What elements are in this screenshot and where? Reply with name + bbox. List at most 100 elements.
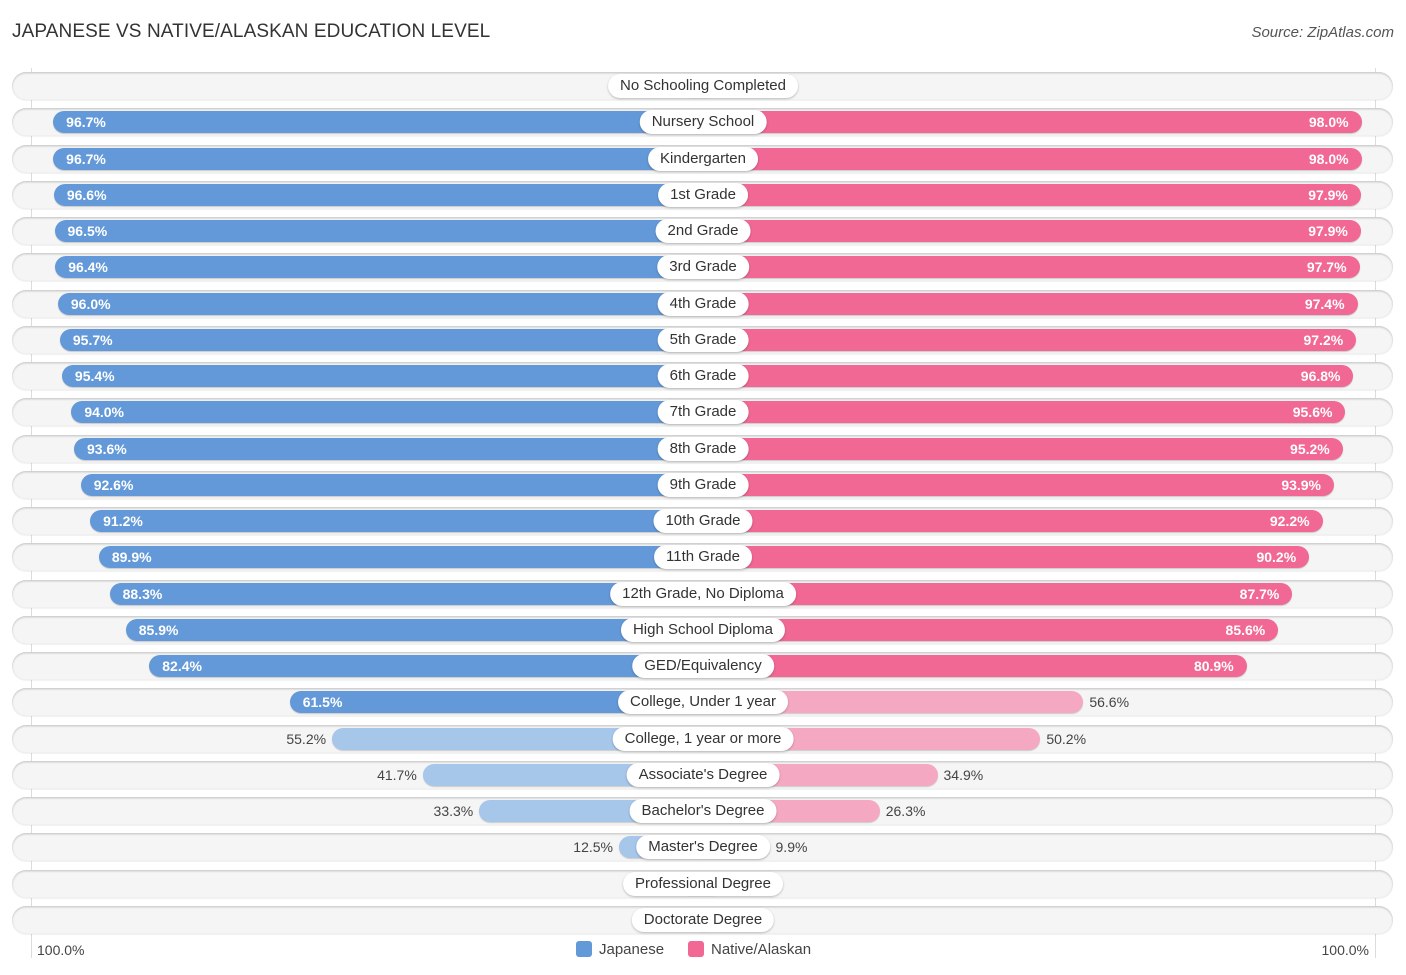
category-label-ged-equivalency: GED/Equivalency: [632, 654, 774, 678]
category-label-6th-grade: 6th Grade: [657, 364, 749, 388]
value-label-japanese-10th-grade: 91.2%: [103, 513, 143, 529]
bar-japanese-high-school-diploma[interactable]: [125, 618, 703, 641]
bar-japanese-kindergarten[interactable]: [53, 147, 703, 170]
bar-native-alaskan-2nd-grade[interactable]: [703, 220, 1361, 242]
category-label-doctorate-degree: Doctorate Degree: [631, 907, 775, 932]
value-label-native-alaskan-4th-grade: 97.4%: [1304, 295, 1345, 312]
value-label-japanese-kindergarten: 96.7%: [66, 150, 106, 167]
legend-item-native-alaskan[interactable]: Native/Alaskan: [688, 940, 811, 960]
value-label-japanese-6th-grade: 95.4%: [74, 368, 115, 384]
category-label-associate-s-degree: Associate's Degree: [626, 762, 780, 787]
source-credit: Source: ZipAtlas.com: [1251, 24, 1394, 41]
value-label-native-alaskan-master-s-degree: 9.9%: [775, 839, 808, 856]
legend-swatch-native-alaskan: [688, 941, 704, 957]
value-label-native-alaskan-college-under-1-year: 56.6%: [1089, 694, 1130, 711]
legend-label-japanese: Japanese: [599, 941, 665, 958]
value-label-native-alaskan-ged-equivalency: 80.9%: [1193, 658, 1234, 674]
bar-native-alaskan-11th-grade[interactable]: [703, 546, 1310, 569]
value-label-japanese-master-s-degree: 12.5%: [573, 839, 613, 856]
value-label-japanese-college-1-year-or-more: 55.2%: [286, 730, 327, 747]
bar-japanese-11th-grade[interactable]: [98, 546, 703, 569]
category-label-12th-grade-no-diploma: 12th Grade, No Diploma: [610, 581, 796, 606]
value-label-japanese-7th-grade: 94.0%: [84, 404, 125, 421]
category-label-high-school-diploma: High School Diploma: [620, 617, 786, 642]
bar-native-alaskan-6th-grade[interactable]: [703, 365, 1354, 387]
value-label-japanese-4th-grade: 96.0%: [70, 295, 111, 312]
category-label-professional-degree: Professional Degree: [623, 871, 783, 896]
bar-native-alaskan-9th-grade[interactable]: [703, 473, 1334, 496]
bar-japanese-9th-grade[interactable]: [80, 473, 703, 496]
bar-native-alaskan-kindergarten[interactable]: [703, 147, 1362, 170]
value-label-japanese-11th-grade: 89.9%: [111, 549, 152, 566]
value-label-japanese-2nd-grade: 96.5%: [67, 223, 108, 239]
value-label-native-alaskan-9th-grade: 93.9%: [1281, 476, 1322, 493]
legend-swatch-japanese: [576, 941, 592, 957]
bar-japanese-5th-grade[interactable]: [59, 328, 703, 351]
bar-native-alaskan-5th-grade[interactable]: [703, 328, 1357, 351]
category-label-1st-grade: 1st Grade: [658, 182, 748, 207]
category-label-11th-grade: 11th Grade: [654, 545, 752, 570]
value-label-native-alaskan-12th-grade-no-diploma: 87.7%: [1239, 585, 1280, 602]
category-label-9th-grade: 9th Grade: [657, 472, 749, 497]
value-label-native-alaskan-bachelor-s-degree: 26.3%: [885, 803, 926, 819]
category-label-4th-grade: 4th Grade: [657, 291, 749, 316]
category-label-5th-grade: 5th Grade: [657, 327, 749, 352]
value-label-japanese-9th-grade: 92.6%: [93, 476, 134, 493]
category-label-10th-grade: 10th Grade: [653, 509, 753, 533]
value-label-japanese-1st-grade: 96.6%: [66, 186, 107, 203]
value-label-native-alaskan-7th-grade: 95.6%: [1292, 404, 1333, 421]
bar-native-alaskan-1st-grade[interactable]: [703, 183, 1361, 206]
legend: Japanese Native/Alaskan: [0, 940, 1406, 960]
value-label-native-alaskan-college-1-year-or-more: 50.2%: [1046, 730, 1087, 747]
value-label-native-alaskan-1st-grade: 97.9%: [1308, 186, 1348, 203]
category-label-master-s-degree: Master's Degree: [636, 835, 770, 860]
value-label-native-alaskan-10th-grade: 92.2%: [1269, 513, 1310, 529]
value-label-japanese-5th-grade: 95.7%: [72, 331, 113, 348]
bar-native-alaskan-nursery-school[interactable]: [703, 111, 1362, 134]
bar-japanese-3rd-grade[interactable]: [55, 256, 703, 279]
value-label-japanese-ged-equivalency: 82.4%: [162, 658, 202, 674]
category-label-2nd-grade: 2nd Grade: [655, 219, 751, 243]
legend-label-native-alaskan: Native/Alaskan: [711, 941, 812, 958]
value-label-native-alaskan-11th-grade: 90.2%: [1256, 549, 1297, 566]
bar-native-alaskan-ged-equivalency[interactable]: [703, 655, 1247, 677]
bar-native-alaskan-8th-grade[interactable]: [703, 437, 1343, 460]
chart-title: JAPANESE VS NATIVE/ALASKAN EDUCATION LEV…: [12, 21, 491, 42]
legend-item-japanese[interactable]: Japanese: [576, 940, 664, 960]
value-label-native-alaskan-3rd-grade: 97.7%: [1306, 259, 1347, 276]
value-label-japanese-bachelor-s-degree: 33.3%: [433, 803, 474, 819]
value-label-native-alaskan-6th-grade: 96.8%: [1300, 368, 1341, 384]
bar-native-alaskan-3rd-grade[interactable]: [703, 256, 1360, 279]
category-label-college-under-1-year: College, Under 1 year: [618, 690, 788, 715]
bar-native-alaskan-high-school-diploma[interactable]: [703, 618, 1279, 641]
value-label-native-alaskan-nursery-school: 98.0%: [1308, 114, 1349, 131]
bar-japanese-6th-grade[interactable]: [61, 365, 703, 387]
value-label-native-alaskan-high-school-diploma: 85.6%: [1225, 621, 1266, 638]
bar-japanese-7th-grade[interactable]: [71, 401, 703, 424]
bar-japanese-ged-equivalency[interactable]: [149, 655, 703, 677]
bar-japanese-nursery-school[interactable]: [53, 111, 703, 134]
value-label-japanese-8th-grade: 93.6%: [87, 440, 127, 457]
category-label-bachelor-s-degree: Bachelor's Degree: [629, 799, 777, 823]
bar-japanese-8th-grade[interactable]: [74, 437, 703, 460]
bar-native-alaskan-7th-grade[interactable]: [703, 401, 1346, 424]
value-label-native-alaskan-associate-s-degree: 34.9%: [943, 766, 984, 783]
category-label-kindergarten: Kindergarten: [648, 146, 758, 171]
value-label-japanese-college-under-1-year: 61.5%: [302, 694, 343, 711]
bar-native-alaskan-10th-grade[interactable]: [703, 510, 1323, 532]
bar-native-alaskan-4th-grade[interactable]: [703, 292, 1358, 315]
category-label-8th-grade: 8th Grade: [657, 436, 749, 461]
bar-japanese-2nd-grade[interactable]: [54, 220, 703, 242]
category-label-college-1-year-or-more: College, 1 year or more: [612, 726, 794, 751]
value-label-native-alaskan-2nd-grade: 97.9%: [1308, 223, 1348, 239]
category-label-no-schooling-completed: No Schooling Completed: [608, 74, 798, 98]
value-label-native-alaskan-kindergarten: 98.0%: [1308, 150, 1349, 167]
category-label-nursery-school: Nursery School: [639, 110, 767, 135]
bar-japanese-1st-grade[interactable]: [53, 183, 703, 206]
bar-japanese-4th-grade[interactable]: [57, 292, 703, 315]
value-label-japanese-high-school-diploma: 85.9%: [138, 621, 179, 638]
value-label-japanese-associate-s-degree: 41.7%: [377, 766, 417, 783]
value-label-japanese-nursery-school: 96.7%: [66, 114, 106, 131]
bar-japanese-10th-grade[interactable]: [90, 510, 703, 532]
value-label-native-alaskan-8th-grade: 95.2%: [1290, 440, 1330, 457]
